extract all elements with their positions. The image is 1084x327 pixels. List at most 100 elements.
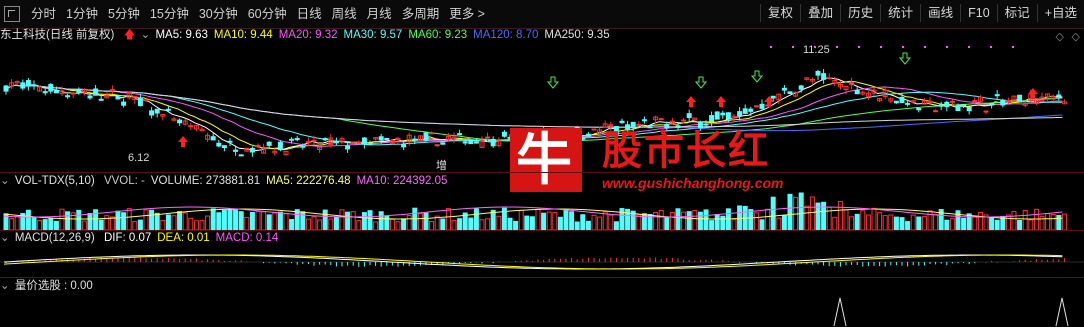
- marker-dot: [858, 46, 860, 48]
- candle-body: [658, 118, 664, 121]
- period-tab[interactable]: 30分钟: [194, 4, 243, 24]
- marker-dot: [1012, 46, 1014, 48]
- candle-body: [899, 97, 905, 104]
- period-tab[interactable]: 5分钟: [103, 4, 145, 24]
- volume-bar: [311, 216, 317, 230]
- candle-body: [311, 139, 317, 142]
- candle-body: [137, 97, 143, 107]
- volume-bar: [294, 209, 300, 230]
- volume-bar: [832, 216, 838, 230]
- candle-body: [227, 140, 233, 143]
- candle-body: [703, 123, 709, 126]
- sell-arrow-icon: [750, 70, 764, 83]
- candle-body: [93, 88, 99, 96]
- candle-body: [636, 124, 642, 127]
- layout-icon[interactable]: [4, 6, 20, 22]
- low-price-label: 6.12: [128, 152, 150, 164]
- volume-bar: [272, 212, 278, 230]
- restore-rights-button[interactable]: 复权: [760, 4, 800, 22]
- volume-bar: [697, 211, 703, 230]
- candle-body: [770, 95, 776, 99]
- candle-body: [781, 87, 787, 91]
- candle-body: [25, 80, 31, 87]
- candle-body: [177, 119, 183, 124]
- zeng-marker: 增: [436, 160, 447, 172]
- sell-arrow-icon: [694, 76, 708, 89]
- collapse-icon[interactable]: ⌄: [0, 175, 10, 187]
- collapse-icon[interactable]: ⌄: [0, 280, 10, 292]
- volume-bar: [328, 218, 334, 230]
- draw-line-button[interactable]: 画线: [920, 4, 960, 22]
- period-tab[interactable]: 月线: [362, 4, 397, 24]
- period-tab[interactable]: 日线: [292, 4, 327, 24]
- candle-body: [412, 138, 418, 141]
- candle-body: [238, 154, 244, 157]
- more-periods-tab[interactable]: 更多 >: [444, 4, 490, 24]
- candle-body: [249, 147, 255, 153]
- marker-dot: [902, 46, 904, 48]
- volume-bar: [154, 212, 160, 230]
- volume-bar: [949, 218, 955, 230]
- period-tab[interactable]: 分时: [26, 4, 61, 24]
- candle-body: [501, 131, 507, 137]
- volume-bar: [1022, 210, 1028, 230]
- period-tab[interactable]: 1分钟: [61, 4, 103, 24]
- collapse-icon[interactable]: ⌄: [0, 232, 10, 244]
- volume-bar: [165, 214, 171, 230]
- period-tab[interactable]: 多周期: [397, 4, 445, 24]
- volume-value: MA5: 222276.48: [266, 175, 351, 187]
- volume-bar: [933, 213, 939, 230]
- candle-body: [233, 149, 239, 152]
- marker-dot: [990, 46, 992, 48]
- volume-bar: [714, 213, 720, 230]
- ma120-line: [3, 84, 1063, 132]
- candle-body: [3, 85, 9, 92]
- candle-body: [641, 119, 647, 122]
- volume-bar: [479, 219, 485, 230]
- volume-bar: [177, 211, 183, 230]
- history-button[interactable]: 历史: [840, 4, 880, 22]
- volume-bar: [485, 218, 491, 230]
- volume-bar: [244, 216, 250, 230]
- volume-bar: [574, 221, 580, 230]
- action-buttons: 复权 叠加 历史 统计 画线 F10 标记 +自选: [760, 4, 1084, 22]
- screening-title: 量价选股 : 0.00: [14, 280, 93, 292]
- candle-body: [826, 77, 832, 80]
- f10-button[interactable]: F10: [960, 4, 997, 22]
- candle-body: [983, 110, 989, 113]
- statistics-button[interactable]: 统计: [880, 4, 920, 22]
- volume-bar: [613, 221, 619, 230]
- period-tab[interactable]: 60分钟: [243, 4, 292, 24]
- volume-bar: [916, 216, 922, 230]
- candle-body: [1000, 99, 1006, 106]
- candle-body: [429, 132, 435, 135]
- volume-bar: [205, 215, 211, 230]
- period-tab[interactable]: 周线: [327, 4, 362, 24]
- volume-bar: [451, 220, 457, 230]
- candle-body: [1056, 94, 1062, 97]
- volume-bar: [871, 207, 877, 230]
- volume-bar: [787, 193, 793, 230]
- mark-button[interactable]: 标记: [996, 4, 1037, 22]
- add-watchlist-button[interactable]: +自选: [1036, 4, 1084, 22]
- volume-bar: [821, 201, 827, 230]
- candle-body: [994, 94, 1000, 97]
- candle-body: [48, 83, 54, 92]
- candle-body: [748, 108, 754, 112]
- candle-body: [989, 103, 995, 106]
- volume-bar: [98, 219, 104, 230]
- volume-bar: [888, 214, 894, 230]
- volume-bar: [798, 192, 804, 230]
- volume-bar: [865, 214, 871, 230]
- volume-bar: [961, 217, 967, 230]
- volume-bar: [65, 211, 71, 230]
- volume-bar: [977, 212, 983, 230]
- candle-body: [714, 111, 720, 120]
- volume-bar: [373, 221, 379, 230]
- period-tab[interactable]: 15分钟: [145, 4, 194, 24]
- candle-body: [367, 143, 373, 146]
- volume-bar: [921, 216, 927, 230]
- volume-bar: [149, 209, 155, 230]
- candle-body: [815, 71, 821, 76]
- overlay-button[interactable]: 叠加: [800, 4, 840, 22]
